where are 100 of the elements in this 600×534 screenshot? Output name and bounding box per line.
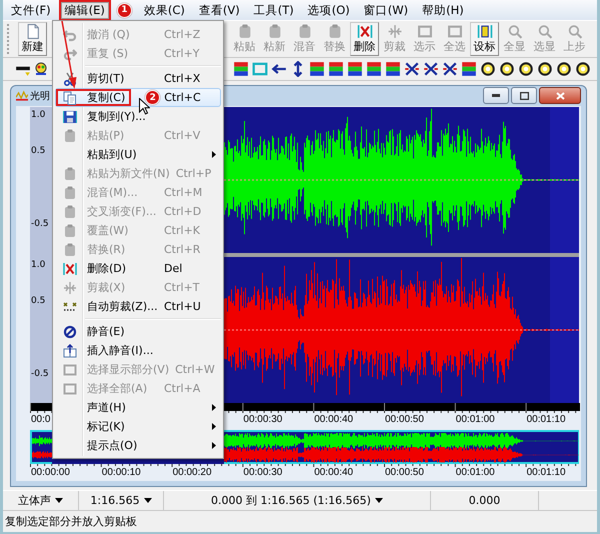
lens-icon: [575, 60, 591, 77]
menu-bar-item[interactable]: 文件(F): [5, 0, 57, 20]
menu-item[interactable]: 静音(E): [55, 322, 221, 341]
shortcut-label: Ctrl+K: [164, 224, 202, 237]
waveform-icon: [16, 90, 28, 102]
shortcut-label: Ctrl+Z: [164, 28, 202, 41]
menu-bar-item[interactable]: 效果(C): [138, 0, 191, 20]
frame-icon: [252, 60, 268, 77]
shortcut-label: Ctrl+Y: [164, 47, 201, 60]
delete-icon: [356, 24, 372, 39]
status-message: 复制选定部分并放入剪贴板: [5, 514, 137, 529]
color-bars-icon: [233, 60, 249, 77]
lens-icon: [499, 60, 515, 77]
time-label: 00:01:10: [526, 414, 566, 425]
color-bars-icon: [328, 60, 344, 77]
menu-item[interactable]: 剪切(T) Ctrl+X: [55, 69, 221, 88]
menu-item[interactable]: 复制到(Y)...: [55, 107, 221, 126]
floppy-disk-icon: [63, 110, 77, 124]
dropdown-arrow-icon[interactable]: [374, 498, 383, 503]
time-label: 00:01:00: [456, 414, 495, 425]
menu-item[interactable]: 插入静音(I)...: [55, 341, 221, 360]
time-label: 00:00:20: [172, 466, 212, 478]
clipboard-icon: [236, 24, 252, 39]
menu-item[interactable]: 标记(K): [55, 417, 221, 436]
time-label: 00:00:50: [385, 466, 424, 478]
menu-item[interactable]: 自动剪裁(Z)... Ctrl+U: [55, 297, 221, 316]
axis-label: 1.0: [31, 110, 46, 120]
menu-bar-item[interactable]: 查看(V): [192, 0, 246, 20]
time-label: 00:00:40: [314, 466, 354, 478]
close-button[interactable]: [539, 87, 581, 104]
palette-icon: [34, 62, 48, 76]
color-bars-icon: [347, 60, 363, 77]
menu-bar-item[interactable]: 窗口(W): [358, 0, 414, 20]
shortcut-label: Ctrl+R: [164, 243, 202, 256]
shortcut-label: Ctrl+W: [175, 363, 215, 376]
callout-badge: 2: [145, 90, 160, 105]
menu-item[interactable]: 声道(H): [55, 398, 221, 417]
status-field[interactable]: 0.000 到 1:16.565 (1:16.565): [164, 490, 431, 510]
lens-icon: [556, 60, 572, 77]
shortcut-label: Ctrl+A: [164, 382, 202, 395]
dotted-cross-icon: [63, 300, 77, 314]
minimize-button[interactable]: [483, 87, 509, 104]
status-field[interactable]: 立体声: [3, 490, 79, 510]
time-label: 00:0: [31, 414, 50, 425]
scissors-icon: [63, 72, 77, 86]
window-title: 光明: [30, 90, 50, 103]
shortcut-label: Ctrl+T: [164, 281, 201, 294]
toolbar-button[interactable]: 删除: [350, 22, 379, 56]
dropdown-arrow-icon[interactable]: [144, 498, 152, 503]
frame-icon: [446, 24, 462, 39]
overview-waveform-drawing[interactable]: [224, 430, 579, 464]
status-field: 0.000: [431, 490, 539, 510]
insert-icon: [63, 344, 77, 358]
time-label: 00:01:00: [456, 466, 495, 478]
menu-bar-item[interactable]: 选项(O): [302, 0, 356, 20]
clipboard-icon: [63, 224, 77, 238]
overview-waveform-drawing[interactable]: [30, 430, 52, 464]
delete-icon: [63, 262, 77, 276]
minimize-icon: [492, 94, 500, 98]
arrow: [61, 20, 76, 89]
dropdown-arrow-icon[interactable]: [55, 498, 63, 503]
axis-label: -0.5: [31, 369, 49, 380]
color-bars-icon: [385, 60, 401, 77]
trim-icon: [386, 24, 402, 39]
time-label: 00:00:30: [243, 466, 282, 478]
lens-icon: [480, 60, 496, 77]
time-label: 00:00:10: [102, 466, 141, 478]
axis-label: -0.5: [31, 219, 49, 230]
mute-icon: [63, 324, 77, 338]
clipboard-icon: [296, 24, 312, 39]
color-bars-icon: [309, 60, 325, 77]
toolbar-button[interactable]: 设标: [470, 22, 499, 56]
menu-item[interactable]: 提示点(O): [55, 436, 221, 455]
zoom-icon: [506, 24, 522, 39]
shortcut-label: Ctrl+M: [164, 186, 204, 199]
marker-icon: [476, 24, 492, 39]
redo-icon: [63, 46, 77, 60]
undo-icon: [63, 28, 77, 42]
time-label: 00:00:40: [314, 414, 354, 425]
shortcut-label: Ctrl+V: [164, 129, 202, 142]
axis-label: 1.0: [31, 260, 46, 270]
menu-bar-item[interactable]: 编辑(E): [58, 0, 111, 20]
lens-icon: [518, 60, 534, 77]
status-field[interactable]: 1:16.565: [79, 490, 164, 510]
frame-icon: [416, 24, 432, 39]
shortcut-label: Ctrl+X: [164, 72, 202, 85]
maximize-icon: [520, 92, 528, 100]
menu-bar-item[interactable]: 帮助(H): [416, 0, 470, 20]
time-label: 00:00:00: [31, 466, 70, 478]
menu-bar-item[interactable]: 工具(T): [248, 0, 300, 20]
lens-icon: [537, 60, 553, 77]
color-bars-icon: [461, 60, 477, 77]
maximize-button[interactable]: [511, 87, 537, 104]
color-bars-icon: [366, 60, 382, 77]
shortcut-label: Del: [164, 262, 184, 275]
shortcut-label: Ctrl+C: [164, 91, 202, 104]
menu-item[interactable]: 粘贴到(U): [55, 145, 221, 164]
toolbar-button[interactable]: 新建: [18, 22, 47, 56]
axis-label: 0.5: [31, 146, 46, 156]
menu-item[interactable]: 删除(D) Del: [55, 259, 221, 278]
